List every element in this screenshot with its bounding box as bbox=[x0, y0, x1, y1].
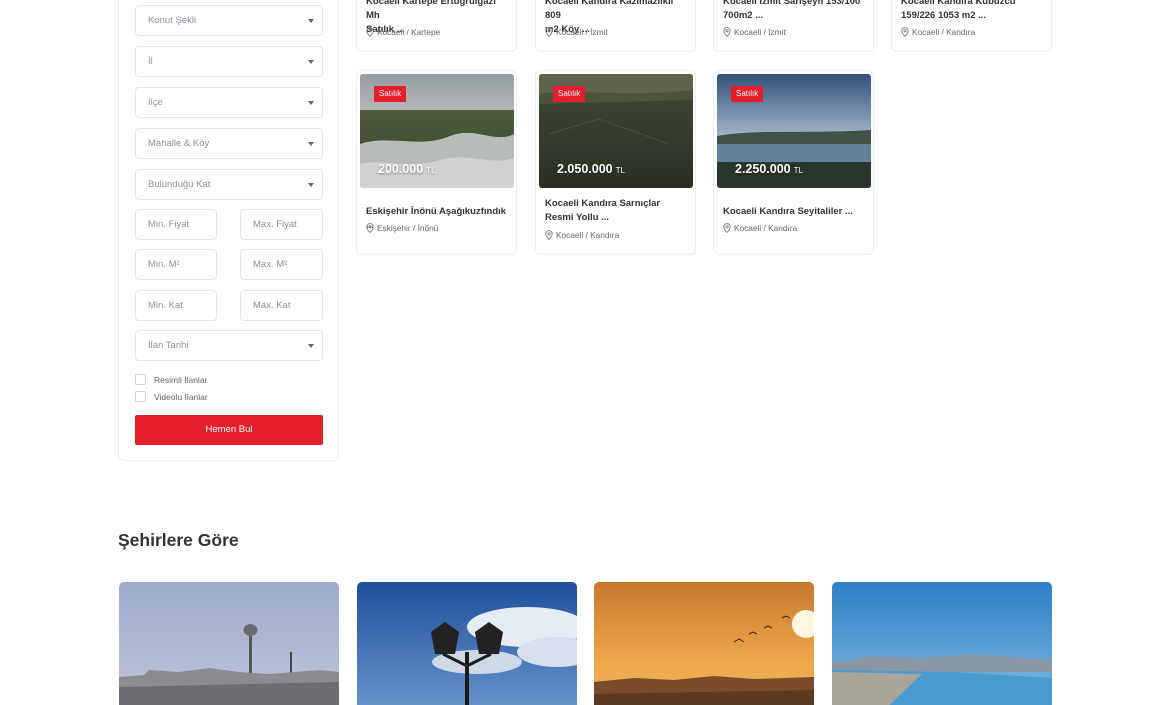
listing-location-text: Kocaeli / Kandıra bbox=[734, 223, 798, 233]
listing-title[interactable]: Kocaeli Kandıra Seyitaliler ... bbox=[723, 205, 868, 219]
videolu-checkbox[interactable] bbox=[135, 391, 146, 402]
city-photo bbox=[594, 582, 814, 705]
kat-select[interactable]: Bulunduğu Kat bbox=[135, 169, 323, 200]
price-value: 200.000 bbox=[378, 162, 424, 176]
listing-price: 200.000 TL bbox=[378, 162, 436, 176]
listing-title[interactable]: Kocaeli Kandıra Sarnıçlar Resmi Yollu ..… bbox=[545, 197, 690, 225]
map-pin-icon bbox=[723, 223, 731, 233]
listing-title-line: 159/226 1053 m2 ... bbox=[901, 10, 987, 21]
listing-location-text: Kocaeli / Kandıra bbox=[556, 230, 620, 240]
listing-card[interactable]: Satılık 200.000 TL Eskişehir İnönü Aşağık… bbox=[356, 70, 517, 255]
map-pin-icon bbox=[545, 230, 553, 240]
map-pin-icon bbox=[366, 27, 374, 37]
listing-title[interactable]: Kocaeli Kandıra Kubuzcu 159/226 1053 m2 … bbox=[901, 0, 1046, 23]
max-m2-input[interactable]: Max. M² bbox=[240, 249, 323, 280]
listing-title-line: 700m2 ... bbox=[723, 10, 764, 21]
listing-location-text: Kocaeli / İzmit bbox=[556, 27, 608, 37]
listing-card[interactable]: Kocaeli İzmit Sarışeyh 153/100 700m2 ...… bbox=[713, 0, 874, 52]
listing-title-line: Kocaeli Kartepe Ertuğrulgazi Mh bbox=[366, 0, 496, 21]
max-floor-input[interactable]: Max. Kat bbox=[240, 290, 323, 321]
min-price-input[interactable]: Min. Fiyat bbox=[135, 209, 217, 240]
listing-location: Kocaeli / Kartepe bbox=[366, 27, 440, 37]
max-price-input[interactable]: Max. Fiyat bbox=[240, 209, 323, 240]
listing-title-line: Kocaeli Kandıra Kazımazlıkli 809 bbox=[545, 0, 674, 21]
listing-location: Kocaeli / İzmit bbox=[723, 27, 786, 37]
videolu-checkbox-row[interactable]: Videolu İlanlar bbox=[135, 391, 208, 402]
listing-photo[interactable]: Satılık 200.000 TL bbox=[360, 74, 514, 188]
listing-location-text: Kocaeli / Kartepe bbox=[377, 27, 441, 37]
ilce-select[interactable]: İlçe bbox=[135, 87, 323, 118]
listing-location: Kocaeli / Kandıra bbox=[545, 230, 619, 240]
min-m2-input[interactable]: Min. M² bbox=[135, 249, 217, 280]
listing-location-text: Kocaeli / Kandıra bbox=[912, 27, 976, 37]
price-currency: TL bbox=[426, 166, 436, 175]
listing-card[interactable]: Kocaeli Kandıra Kazımazlıkli 809 m2 Köy … bbox=[535, 0, 696, 52]
resimli-checkbox[interactable] bbox=[135, 374, 146, 385]
map-pin-icon bbox=[723, 27, 731, 37]
price-currency: TL bbox=[615, 166, 625, 175]
price-value: 2.250.000 bbox=[735, 162, 791, 176]
listing-title-line: Kocaeli Kandıra Kubuzcu bbox=[901, 0, 1016, 7]
map-pin-icon bbox=[545, 27, 553, 37]
listing-location: Kocaeli / Kandıra bbox=[901, 27, 975, 37]
mahalle-select[interactable]: Mahalle & Köy bbox=[135, 128, 323, 159]
resimli-checkbox-row[interactable]: Resimli İlanlar bbox=[135, 374, 207, 385]
status-badge: Satılık bbox=[553, 86, 586, 102]
listing-title[interactable]: Kocaeli İzmit Sarışeyh 153/100 700m2 ... bbox=[723, 0, 868, 23]
listing-card[interactable]: Satılık 2.050.000 TL Kocaeli Kandıra Sarn… bbox=[535, 70, 696, 255]
listing-card[interactable]: Satılık 2.250.000 TL Kocaeli Kandıra Seyi… bbox=[713, 70, 874, 255]
listing-price: 2.250.000 TL bbox=[735, 162, 803, 176]
listing-photo[interactable]: Satılık 2.050.000 TL bbox=[539, 74, 693, 188]
status-badge: Satılık bbox=[374, 86, 407, 102]
listing-price: 2.050.000 TL bbox=[557, 162, 625, 176]
ilan-tarihi-select[interactable]: İlan Tarihi bbox=[135, 330, 323, 361]
min-floor-input[interactable]: Min. Kat bbox=[135, 290, 217, 321]
listing-card[interactable]: Kocaeli Kandıra Kubuzcu 159/226 1053 m2 … bbox=[891, 0, 1052, 52]
listing-location: Kocaeli / Kandıra bbox=[723, 223, 797, 233]
city-photo bbox=[832, 582, 1052, 705]
listing-card[interactable]: Kocaeli Kartepe Ertuğrulgazi Mh Satılık … bbox=[356, 0, 517, 52]
price-currency: TL bbox=[793, 166, 803, 175]
resimli-label: Resimli İlanlar bbox=[154, 374, 208, 385]
city-card-ankara[interactable] bbox=[119, 582, 339, 705]
city-card-antalya[interactable] bbox=[832, 582, 1052, 705]
status-badge: Satılık bbox=[731, 86, 764, 102]
konut-sekli-select[interactable]: Konut Şekli bbox=[135, 5, 323, 36]
filter-panel: Konut Şekli İl İlçe Mahalle & Köy Bulund… bbox=[118, 0, 339, 461]
listing-location-text: Eskişehir / İnönü bbox=[377, 223, 439, 233]
price-value: 2.050.000 bbox=[557, 162, 613, 176]
listing-location: Kocaeli / İzmit bbox=[545, 27, 608, 37]
videolu-label: Videolu İlanlar bbox=[154, 391, 208, 402]
search-submit-button[interactable]: Hemen Bul bbox=[135, 415, 323, 445]
cities-section-title: Şehirlere Göre bbox=[118, 530, 239, 550]
map-pin-icon bbox=[901, 27, 909, 37]
listing-location: Eskişehir / İnönü bbox=[366, 223, 438, 233]
map-pin-icon bbox=[366, 223, 374, 233]
city-card-izmir[interactable] bbox=[357, 582, 577, 705]
listing-location-text: Kocaeli / İzmit bbox=[734, 27, 786, 37]
listing-title-line: Kocaeli İzmit Sarışeyh 153/100 bbox=[723, 0, 861, 7]
il-select[interactable]: İl bbox=[135, 46, 323, 77]
city-photo bbox=[119, 582, 339, 705]
listing-photo[interactable]: Satılık 2.250.000 TL bbox=[717, 74, 871, 188]
city-card-istanbul[interactable] bbox=[594, 582, 814, 705]
city-photo bbox=[357, 582, 577, 705]
